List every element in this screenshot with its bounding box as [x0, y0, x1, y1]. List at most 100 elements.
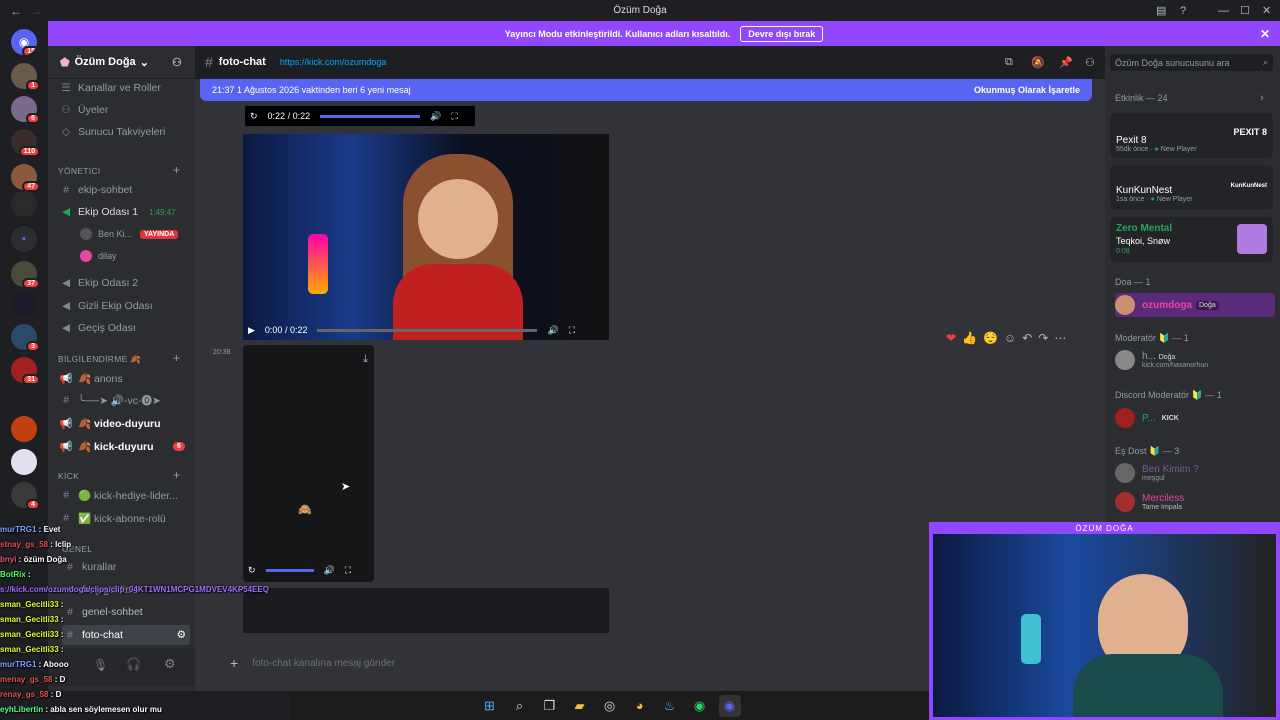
server-icon[interactable] [11, 416, 37, 442]
avatar [1115, 350, 1135, 370]
discord-home-icon[interactable]: ◉ 15 [11, 29, 37, 55]
voice-gizli[interactable]: ◀ Gizli Ekip Odası [58, 296, 153, 316]
minimize-icon[interactable]: — [1218, 5, 1229, 17]
more-icon[interactable]: ⋯ [1054, 331, 1066, 345]
server-icon[interactable]: 4 [11, 482, 40, 510]
member-merciless[interactable]: Merciless Tame Impala [1115, 492, 1184, 512]
thumbs-up-icon[interactable]: 👍 [962, 331, 977, 345]
chrome-icon[interactable]: ◕ [629, 695, 651, 717]
members-toggle-icon[interactable]: ⚇ [1085, 56, 1095, 69]
chat-username: menay_gs_58 [0, 675, 53, 684]
close-banner-icon[interactable]: ✕ [1260, 27, 1270, 41]
add-channel-icon[interactable]: + [173, 163, 180, 177]
mute-icon[interactable]: 🔕 [1031, 56, 1045, 69]
member-ben-kimim[interactable]: Ben Kimim ? meşgul [1115, 463, 1199, 483]
pin-icon[interactable]: 📌 [1059, 56, 1073, 69]
reply-icon[interactable]: ↶ [1022, 331, 1032, 345]
chat-message: lclip [55, 540, 72, 549]
disable-button[interactable]: Devre dışı bırak [740, 25, 824, 42]
member-moderator[interactable]: h... Doğa kick.com/hasanorhun [1115, 350, 1208, 370]
server-icon[interactable]: 1 [11, 63, 40, 91]
server-icon[interactable] [11, 449, 37, 475]
volume-icon[interactable]: 🔊 [324, 565, 335, 576]
spotify-icon[interactable]: ◉ [689, 695, 711, 717]
folder-icon[interactable]: ▪ [11, 226, 37, 252]
add-channel-icon[interactable]: + [173, 351, 180, 365]
voice-user[interactable]: Ben Ki... YAYINDA [80, 224, 179, 244]
fullscreen-icon[interactable]: ⛶ [569, 325, 575, 336]
member-ozumdoga[interactable]: ozumdoga Doğa [1115, 293, 1275, 317]
progress-bar[interactable] [320, 114, 421, 118]
server-icon[interactable]: 6 [11, 96, 40, 124]
voice-ekip-odasi-1[interactable]: ◀ Ekip Odası 1 1:49:47 [58, 202, 176, 222]
boost-icon: ◇ [61, 126, 71, 138]
channel-ekip-sohbet[interactable]: # ekip-sohbet [58, 180, 132, 200]
inbox-icon[interactable]: ▤ [1156, 4, 1166, 17]
discord-icon[interactable]: ◉ [718, 694, 741, 717]
activity-card-music[interactable]: Zero Mental Teqkoi, Snøw 0:08 [1110, 217, 1273, 262]
channel-topic-link[interactable]: https://kick.com/ozumdoga [280, 57, 387, 67]
server-icon[interactable]: 37 [11, 261, 40, 289]
server-icon[interactable]: 47 [11, 164, 40, 192]
voice-gecis[interactable]: ◀ Geçiş Odası [58, 318, 136, 338]
play-icon[interactable]: ▶ [248, 325, 255, 336]
chevron-right-icon[interactable]: › [1260, 92, 1264, 104]
emoji-icon[interactable]: 😌 [983, 331, 998, 345]
server-icon[interactable]: 31 [11, 357, 40, 385]
new-messages-bar[interactable]: 21:37 1 Ağustos 2026 vaktinden beri 6 ye… [200, 79, 1092, 101]
video-player[interactable] [243, 134, 609, 340]
download-icon[interactable]: ⤓ [363, 353, 368, 366]
volume-icon[interactable]: 🔊 [547, 325, 558, 336]
mark-read-button[interactable]: Okunmuş Olarak İşaretle [974, 85, 1080, 95]
search-input[interactable]: Özüm Doğa sunucusunu ara ⌕ [1110, 54, 1273, 71]
help-icon[interactable]: ? [1180, 5, 1186, 17]
activity-card[interactable]: Pexit 8 55dk önce · ● New Player PEXIT 8 [1110, 113, 1273, 158]
server-icon[interactable] [11, 191, 37, 217]
threads-icon[interactable]: ⧉ [1005, 56, 1013, 69]
channel-kick-duyuru[interactable]: 📢 🍂 kick-duyuru 6 [58, 436, 185, 456]
channel-title: foto-chat [218, 56, 266, 68]
steam-icon[interactable]: ♨ [659, 695, 681, 717]
category-bilgilendirme[interactable]: BİLGİLENDİRME 🍂 [58, 354, 141, 365]
channel-video-duyuru[interactable]: 📢 🍂 video-duyuru [58, 413, 160, 433]
voice-user[interactable]: dilay [80, 246, 117, 266]
cursor-icon: ➤ [341, 481, 351, 493]
windows-start-icon[interactable]: ⊞ [479, 695, 501, 717]
search-icon[interactable]: ⌕ [509, 695, 531, 717]
add-channel-icon[interactable]: + [173, 468, 180, 482]
activity-card[interactable]: KunKunNest 1sa önce · ● New Player KunKu… [1110, 165, 1273, 210]
server-icon[interactable]: 110 [11, 129, 40, 157]
obs-icon[interactable]: ◎ [599, 695, 621, 717]
member-discord-mod[interactable]: P... KICK [1115, 408, 1179, 428]
replay-icon[interactable]: ↻ [250, 111, 258, 122]
forward-msg-icon[interactable]: ↷ [1038, 331, 1048, 345]
add-member-icon[interactable]: ⚇ [172, 56, 182, 69]
task-view-icon[interactable]: ❐ [539, 695, 561, 717]
heart-icon[interactable]: ❤ [946, 331, 956, 345]
activity-header[interactable]: Etkinlik — 24 [1115, 93, 1168, 103]
server-icon[interactable]: 3 [11, 324, 40, 352]
server-icon[interactable] [11, 291, 37, 317]
fullscreen-icon[interactable]: ⛶ [345, 565, 351, 576]
close-window-icon[interactable]: ✕ [1262, 4, 1271, 17]
add-reaction-icon[interactable]: ☺ [1004, 331, 1016, 345]
server-header[interactable]: ⬟ Özüm Doğa ⌄ ⚇ [48, 46, 195, 79]
voice-ekip-odasi-2[interactable]: ◀ Ekip Odası 2 [58, 273, 138, 293]
progress-bar[interactable] [317, 328, 538, 332]
channel-anons[interactable]: 📢 🍂 anons [58, 368, 122, 388]
channel-vc[interactable]: # ╰──➤ 🔊-vc-⓿➤ [58, 390, 161, 410]
maximize-icon[interactable]: ☐ [1240, 4, 1250, 17]
file-explorer-icon[interactable]: ▰ [569, 695, 591, 717]
category-yonetici[interactable]: Yönetici [58, 166, 101, 176]
channel-header: # foto-chat https://kick.com/ozumdoga ⧉ … [195, 46, 1105, 79]
server-boosts[interactable]: ◇ Sunucu Takviyeleri [58, 122, 165, 142]
category-kick[interactable]: KİCK [58, 471, 79, 481]
channels-roles[interactable]: ☰ Kanallar ve Roller [58, 78, 161, 98]
volume-icon[interactable]: 🔊 [430, 111, 441, 122]
search-icon: ⌕ [1262, 57, 1268, 67]
chat-username: murTRG1 [0, 525, 37, 534]
fullscreen-icon[interactable]: ⛶ [451, 111, 457, 122]
channel-kick-hediye[interactable]: # 🟢 kick-hediye-lider... [58, 485, 178, 505]
members-link[interactable]: ⚇ Üyeler [58, 100, 108, 120]
chat-line: menay_gs_58 : D [0, 675, 66, 684]
